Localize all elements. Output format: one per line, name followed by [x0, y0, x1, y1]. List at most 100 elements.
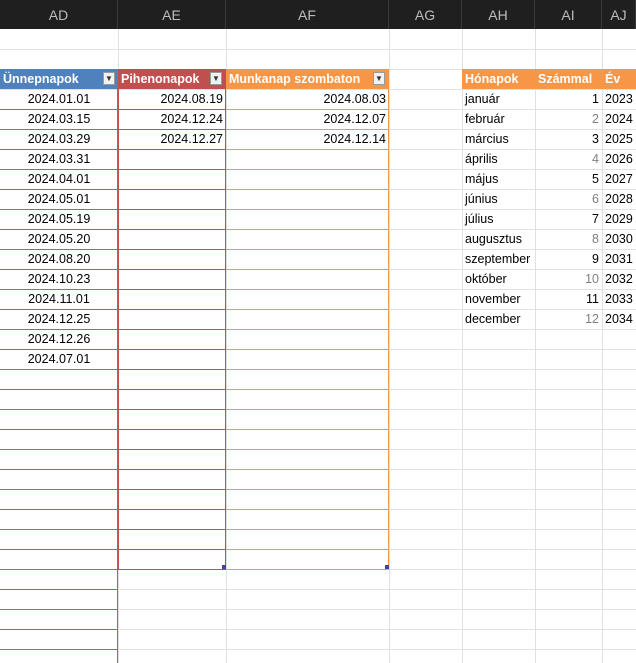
table-cell[interactable]: 2024.12.07	[226, 109, 389, 129]
table-border	[226, 209, 389, 210]
table-cell[interactable]: 2024.12.14	[226, 129, 389, 149]
table-border	[226, 269, 389, 270]
table-border	[0, 229, 118, 230]
column-header-AG[interactable]: AG	[389, 0, 462, 29]
table-cell-number[interactable]: 1	[535, 89, 602, 109]
table-cell-month[interactable]: június	[462, 189, 535, 209]
table-cell[interactable]: 2024.03.15	[0, 109, 118, 129]
table-months-header-year[interactable]: Év	[602, 69, 636, 89]
table-cell[interactable]: 2024.01.01	[0, 89, 118, 109]
table-cell-month[interactable]: március	[462, 129, 535, 149]
table-cell-number[interactable]: 5	[535, 169, 602, 189]
table-cell-month[interactable]: február	[462, 109, 535, 129]
table-border	[226, 349, 389, 350]
table-cell-month[interactable]: április	[462, 149, 535, 169]
table-border	[118, 569, 226, 570]
table-cell-year[interactable]: 2026	[602, 149, 636, 169]
table-cell-year[interactable]: 2030	[602, 229, 636, 249]
table-holidays-header[interactable]: Ünnepnapok	[0, 69, 118, 89]
table-border	[118, 249, 226, 250]
table-resize-handle[interactable]	[222, 565, 226, 569]
table-cell-year[interactable]: 2031	[602, 249, 636, 269]
table-cell[interactable]: 2024.03.31	[0, 149, 118, 169]
table-border	[0, 409, 118, 410]
table-cell[interactable]: 2024.12.25	[0, 309, 118, 329]
table-border	[0, 529, 118, 530]
table-months-header-number[interactable]: Számmal	[535, 69, 602, 89]
table-months-header-month[interactable]: Hónapok	[462, 69, 535, 89]
table-cell-month[interactable]: október	[462, 269, 535, 289]
table-cell-number[interactable]: 10	[535, 269, 602, 289]
table-border	[0, 629, 118, 630]
table-border	[226, 169, 389, 170]
column-header-AH[interactable]: AH	[462, 0, 535, 29]
table-cell[interactable]: 2024.05.19	[0, 209, 118, 229]
table-border	[0, 129, 118, 130]
table-border	[226, 229, 389, 230]
sort-filter-dropdown-icon[interactable]: ▼	[103, 72, 115, 85]
table-cell[interactable]: 2024.05.01	[0, 189, 118, 209]
table-border	[118, 229, 226, 230]
table-cell-month[interactable]: augusztus	[462, 229, 535, 249]
table-cell-year[interactable]: 2023	[602, 89, 636, 109]
table-cell-year[interactable]: 2024	[602, 109, 636, 129]
table-cell[interactable]: 2024.05.20	[0, 229, 118, 249]
table-cell[interactable]: 2024.12.24	[118, 109, 226, 129]
table-border	[118, 129, 226, 130]
table-cell-number[interactable]: 12	[535, 309, 602, 329]
table-border	[118, 169, 226, 170]
table-border	[226, 289, 389, 290]
column-header-AF[interactable]: AF	[226, 0, 389, 29]
table-border	[0, 329, 118, 330]
table-cell-number[interactable]: 2	[535, 109, 602, 129]
table-cell-number[interactable]: 4	[535, 149, 602, 169]
table-cell[interactable]: 2024.08.20	[0, 249, 118, 269]
table-cell-year[interactable]: 2027	[602, 169, 636, 189]
table-cell-year[interactable]: 2032	[602, 269, 636, 289]
table-cell-month[interactable]: december	[462, 309, 535, 329]
table-border	[226, 449, 389, 450]
table-cell-month[interactable]: november	[462, 289, 535, 309]
table-cell-number[interactable]: 11	[535, 289, 602, 309]
table-border	[0, 269, 118, 270]
table-cell-number[interactable]: 3	[535, 129, 602, 149]
filter-dropdown-icon[interactable]: ▼	[373, 72, 385, 85]
table-cell-month[interactable]: július	[462, 209, 535, 229]
table-cell[interactable]: 2024.04.01	[0, 169, 118, 189]
table-cell-year[interactable]: 2028	[602, 189, 636, 209]
table-cell-month[interactable]: május	[462, 169, 535, 189]
table-cell-number[interactable]: 8	[535, 229, 602, 249]
column-header-AJ[interactable]: AJ	[602, 0, 636, 29]
table-cell[interactable]: 2024.11.01	[0, 289, 118, 309]
table-cell-month[interactable]: január	[462, 89, 535, 109]
table-cell-year[interactable]: 2034	[602, 309, 636, 329]
table-cell[interactable]: 2024.10.23	[0, 269, 118, 289]
table-border	[0, 349, 118, 350]
column-header-AD[interactable]: AD	[0, 0, 118, 29]
table-cell-year[interactable]: 2025	[602, 129, 636, 149]
table-cell[interactable]: 2024.07.01	[0, 349, 118, 369]
table-border	[118, 529, 226, 530]
table-cell[interactable]: 2024.12.27	[118, 129, 226, 149]
table-border	[0, 449, 118, 450]
table-border	[118, 389, 226, 390]
filter-dropdown-icon[interactable]: ▼	[210, 72, 222, 85]
table-cell-year[interactable]: 2033	[602, 289, 636, 309]
table-cell-number[interactable]: 7	[535, 209, 602, 229]
table-cell[interactable]: 2024.08.19	[118, 89, 226, 109]
table-cell-number[interactable]: 9	[535, 249, 602, 269]
table-cell-year[interactable]: 2029	[602, 209, 636, 229]
table-cell[interactable]: 2024.03.29	[0, 129, 118, 149]
table-border	[0, 489, 118, 490]
column-header-AI[interactable]: AI	[535, 0, 602, 29]
table-worksaturdays-header[interactable]: Munkanap szombaton	[226, 69, 389, 89]
table-cell-month[interactable]: szeptember	[462, 249, 535, 269]
table-border	[118, 209, 226, 210]
table-border	[226, 389, 389, 390]
table-cell[interactable]: 2024.08.03	[226, 89, 389, 109]
column-header-AE[interactable]: AE	[118, 0, 226, 29]
table-cell-number[interactable]: 6	[535, 189, 602, 209]
table-cell[interactable]: 2024.12.26	[0, 329, 118, 349]
table-border	[0, 209, 118, 210]
table-resize-handle[interactable]	[385, 565, 389, 569]
